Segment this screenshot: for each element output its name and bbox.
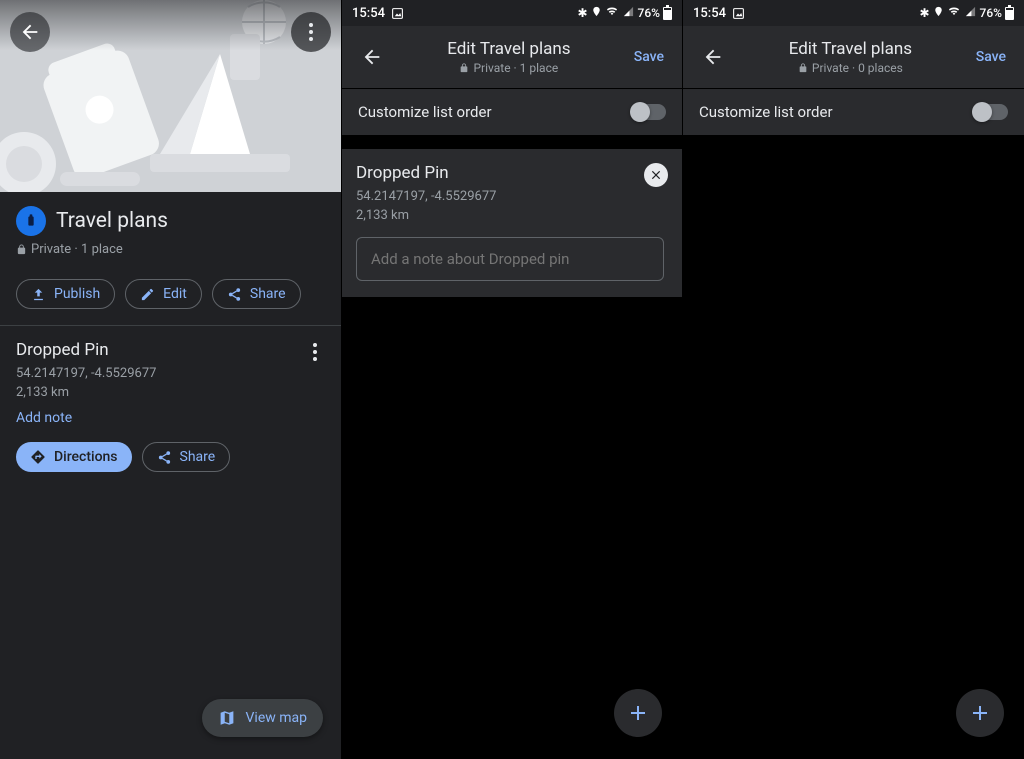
add-place-fab[interactable] — [956, 689, 1004, 737]
view-map-button[interactable]: View map — [202, 699, 324, 737]
list-header: Travel plans Private · 1 place — [0, 192, 341, 269]
app-bar: Edit Travel plans Private · 1 place Save — [342, 26, 682, 88]
list-title: Travel plans — [56, 209, 168, 233]
status-bar: 15:54 ✱ 76% — [683, 0, 1024, 26]
battery-text: 76% — [638, 6, 660, 20]
signal-icon — [622, 6, 635, 20]
directions-icon — [30, 449, 46, 465]
place-name: Dropped Pin — [16, 340, 325, 360]
battery-icon — [1005, 7, 1014, 20]
plus-icon — [626, 701, 650, 725]
image-icon — [391, 6, 405, 20]
location-icon — [591, 6, 602, 20]
place-coords: 54.2147197, -4.5529677 — [16, 366, 325, 381]
panel-edit-0places: 15:54 ✱ 76% Edit Travel plans Private · … — [682, 0, 1024, 759]
back-button[interactable] — [354, 39, 390, 75]
add-note-link[interactable]: Add note — [16, 410, 325, 426]
panel-edit-1place: 15:54 ✱ 76% Edit Travel plans Private · … — [341, 0, 682, 759]
lock-icon — [16, 244, 27, 255]
wifi-icon — [947, 6, 961, 20]
publish-button[interactable]: Publish — [16, 279, 115, 309]
more-vert-icon — [313, 343, 317, 361]
battery-text: 76% — [980, 6, 1002, 20]
note-input[interactable] — [356, 237, 664, 281]
status-bar: 15:54 ✱ 76% — [342, 0, 682, 26]
customize-toggle[interactable] — [632, 104, 666, 120]
status-time: 15:54 — [352, 6, 385, 21]
appbar-subtitle: Private · 0 places — [739, 61, 962, 75]
customize-order-label: Customize list order — [358, 103, 492, 121]
customize-toggle[interactable] — [974, 104, 1008, 120]
location-icon — [933, 6, 944, 20]
save-button[interactable]: Save — [970, 49, 1012, 65]
appbar-title: Edit Travel plans — [739, 39, 962, 59]
list-subtitle: Private · 1 place — [16, 242, 325, 257]
place-edit-card: Dropped Pin 54.2147197, -4.5529677 2,133… — [342, 149, 682, 297]
appbar-title: Edit Travel plans — [398, 39, 620, 59]
arrow-left-icon — [361, 46, 383, 68]
back-button[interactable] — [10, 12, 50, 52]
status-time: 15:54 — [693, 6, 726, 21]
more-vert-icon — [309, 23, 313, 41]
save-button[interactable]: Save — [628, 49, 670, 65]
map-icon — [218, 709, 236, 727]
signal-icon — [964, 6, 977, 20]
lock-icon — [459, 63, 469, 73]
wifi-icon — [605, 6, 619, 20]
place-distance: 2,133 km — [16, 385, 325, 400]
back-button[interactable] — [695, 39, 731, 75]
place-name: Dropped Pin — [356, 163, 668, 183]
battery-icon — [663, 7, 672, 20]
share-icon — [157, 450, 172, 465]
hero-image: 15:53 ✱ 76% — [0, 0, 341, 192]
place-overflow-button[interactable] — [303, 340, 327, 364]
action-chips: Publish Edit Share — [0, 269, 341, 326]
appbar-subtitle: Private · 1 place — [398, 61, 620, 75]
share-icon — [227, 287, 242, 302]
place-coords: 54.2147197, -4.5529677 — [356, 189, 668, 204]
place-item[interactable]: Dropped Pin 54.2147197, -4.5529677 2,133… — [0, 326, 341, 426]
image-icon — [732, 6, 746, 20]
close-icon — [649, 168, 663, 182]
bluetooth-icon: ✱ — [577, 6, 587, 20]
edit-button[interactable]: Edit — [125, 279, 202, 309]
share-button[interactable]: Share — [212, 279, 301, 309]
directions-button[interactable]: Directions — [16, 442, 132, 472]
pencil-icon — [140, 287, 155, 302]
panel-list-view: 15:53 ✱ 76% Travel — [0, 0, 341, 759]
upload-icon — [31, 287, 46, 302]
arrow-left-icon — [19, 21, 41, 43]
place-share-button[interactable]: Share — [142, 442, 231, 472]
lock-icon — [798, 63, 808, 73]
customize-order-row[interactable]: Customize list order — [342, 89, 682, 135]
customize-order-row[interactable]: Customize list order — [683, 89, 1024, 135]
customize-order-label: Customize list order — [699, 103, 833, 121]
app-bar: Edit Travel plans Private · 0 places Sav… — [683, 26, 1024, 88]
arrow-left-icon — [702, 46, 724, 68]
place-actions: Directions Share — [0, 426, 341, 488]
list-badge-icon — [16, 206, 46, 236]
overflow-menu-button[interactable] — [291, 12, 331, 52]
place-distance: 2,133 km — [356, 208, 668, 223]
plus-icon — [968, 701, 992, 725]
remove-place-button[interactable] — [644, 163, 668, 187]
add-place-fab[interactable] — [614, 689, 662, 737]
bluetooth-icon: ✱ — [919, 6, 929, 20]
